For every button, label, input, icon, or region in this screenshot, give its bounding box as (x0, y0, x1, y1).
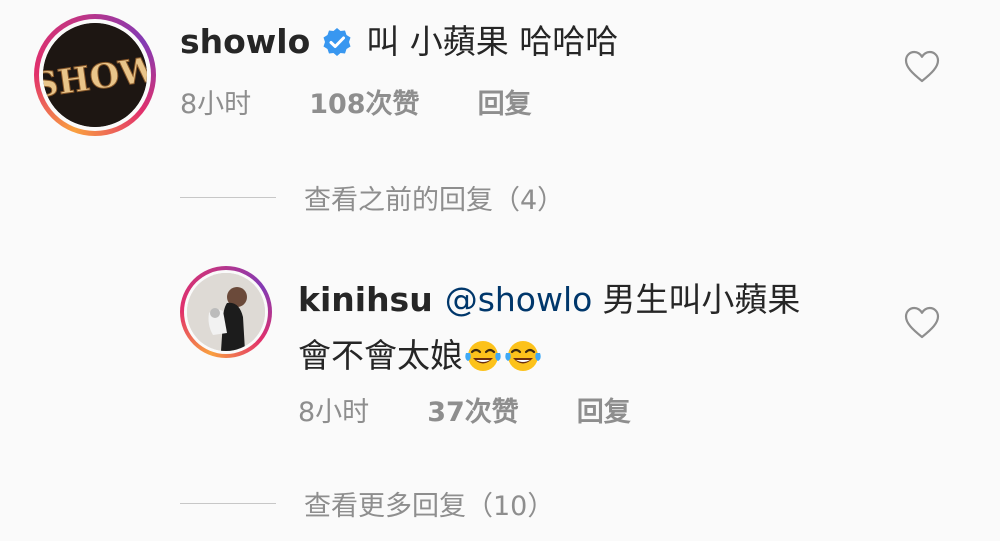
reply-likes[interactable]: 37次赞 (427, 390, 519, 429)
comment-reply-button[interactable]: 回复 (478, 82, 532, 121)
comment-username[interactable]: showlo (180, 22, 310, 61)
tears-of-joy-emoji-icon (463, 334, 503, 390)
reply-mention[interactable]: @showlo (445, 280, 593, 319)
reply-time: 8小时 (298, 397, 370, 428)
view-more-replies[interactable]: 查看更多回复（10） (180, 484, 554, 523)
tears-of-joy-emoji-icon (503, 334, 543, 390)
comment-likes[interactable]: 108次赞 (309, 82, 419, 121)
view-more-replies-label: 查看更多回复（10） (304, 491, 555, 522)
reply-avatar[interactable] (180, 266, 272, 358)
comment-like-button[interactable] (904, 50, 940, 88)
reply-username[interactable]: kinihsu (298, 280, 433, 319)
reply-body: kinihsu @showlo 男生叫小蘋果 會不會太娘 (298, 272, 858, 390)
reply-reply-button[interactable]: 回复 (577, 390, 631, 429)
comment-meta: 8小时 108次赞 回复 (180, 82, 532, 121)
reply-text-line2: 會不會太娘 (298, 336, 463, 375)
profile-photo-icon (187, 273, 265, 351)
comment-time: 8小时 (180, 89, 252, 120)
view-previous-replies-label: 查看之前的回复（4） (304, 185, 565, 216)
divider-line (180, 503, 276, 504)
reply-meta: 8小时 37次赞 回复 (298, 390, 631, 429)
reply-like-button[interactable] (904, 306, 940, 344)
comment-body: showlo 叫 小蘋果 哈哈哈 (180, 14, 618, 74)
view-previous-replies[interactable]: 查看之前的回复（4） (180, 178, 564, 217)
reply-text-line1: 男生叫小蘋果 (602, 280, 801, 319)
comment-avatar[interactable]: SHOW (34, 14, 156, 136)
verified-badge-icon (322, 18, 352, 74)
show-logo-icon: SHOW (43, 23, 147, 127)
divider-line (180, 197, 276, 198)
heart-outline-icon (904, 306, 940, 339)
comment-text: 叫 小蘋果 哈哈哈 (366, 22, 619, 61)
heart-outline-icon (904, 50, 940, 83)
